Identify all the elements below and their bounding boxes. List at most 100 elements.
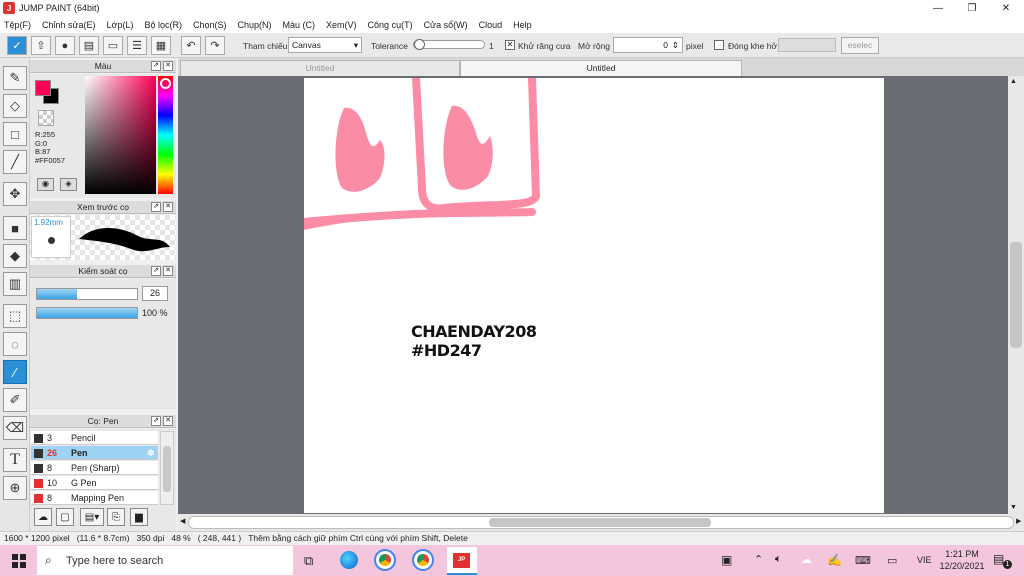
tolerance-slider-handle[interactable] bbox=[414, 39, 425, 50]
volume-icon[interactable]: 🔈︎ bbox=[775, 553, 782, 566]
brush-row-selected[interactable]: 26 Pen ✲ bbox=[31, 446, 158, 460]
foreground-color[interactable] bbox=[35, 80, 51, 96]
palette-icon[interactable]: ◉ bbox=[37, 178, 54, 191]
eraser-tool-icon[interactable]: ◇ bbox=[3, 94, 27, 118]
menu-file[interactable]: Tệp(F) bbox=[4, 20, 31, 30]
export-icon[interactable]: ⇧ bbox=[31, 36, 51, 55]
news-icon[interactable]: ▣ bbox=[721, 553, 732, 567]
scroll-up-icon[interactable]: ▲ bbox=[1010, 78, 1017, 85]
scroll-right-icon[interactable]: ▶ bbox=[1016, 517, 1021, 525]
menu-cloud[interactable]: Cloud bbox=[479, 20, 503, 30]
brush-row[interactable]: 8 Mapping Pen bbox=[31, 491, 158, 505]
fill-rect-tool-icon[interactable]: ■ bbox=[3, 216, 27, 240]
jump-paint-taskbar-icon[interactable]: JP bbox=[447, 547, 477, 575]
tolerance-slider[interactable] bbox=[413, 39, 485, 50]
brush-menu-icon[interactable]: ▤▾ bbox=[80, 508, 104, 526]
menu-help[interactable]: Help bbox=[513, 20, 532, 30]
brush-row[interactable]: 8 Pen (Sharp) bbox=[31, 461, 158, 475]
gradient-tool-icon[interactable]: ▥ bbox=[3, 272, 27, 296]
horizontal-scroll-thumb[interactable] bbox=[489, 518, 711, 527]
menu-view[interactable]: Xem(V) bbox=[326, 20, 357, 30]
close-panel-icon[interactable]: ✕ bbox=[163, 416, 173, 426]
list-icon[interactable]: ☰ bbox=[127, 36, 147, 55]
horizontal-scrollbar[interactable]: ◀ ▶ bbox=[178, 514, 1024, 531]
tray-chevron-icon[interactable]: ⌃ bbox=[754, 553, 763, 566]
hue-handle[interactable] bbox=[160, 78, 171, 89]
undo-icon[interactable]: ↶ bbox=[181, 36, 201, 55]
menu-tools[interactable]: Công cụ(T) bbox=[368, 20, 413, 30]
size-field[interactable]: 26 bbox=[142, 286, 168, 301]
expand-field[interactable]: 0 ⇕ bbox=[613, 37, 683, 53]
display-icon[interactable]: ▭ bbox=[887, 554, 897, 567]
brush-row[interactable]: 10 G Pen bbox=[31, 476, 158, 490]
new-brush-icon[interactable]: ▢ bbox=[56, 508, 74, 526]
windows-start-icon[interactable] bbox=[12, 554, 26, 568]
deselect-button[interactable]: eselec bbox=[841, 37, 879, 54]
clock[interactable]: 1:21 PM 12/20/2021 bbox=[936, 548, 988, 572]
brush-settings-icon[interactable]: ✲ bbox=[147, 446, 155, 460]
close-panel-icon[interactable]: ✕ bbox=[163, 266, 173, 276]
chrome-icon[interactable] bbox=[374, 549, 396, 571]
drawing-canvas[interactable]: CHAENDAY208 #HD247 bbox=[304, 78, 884, 513]
restore-button[interactable]: ❐ bbox=[955, 0, 989, 16]
size-slider[interactable] bbox=[36, 288, 138, 300]
reference-select[interactable]: Canvas ▾ bbox=[288, 37, 362, 53]
pen-ink-icon[interactable]: ✍ bbox=[827, 553, 842, 567]
scroll-down-icon[interactable]: ▼ bbox=[1010, 504, 1017, 511]
move-tool-icon[interactable]: ✥ bbox=[3, 182, 27, 206]
text-tool-icon[interactable]: T bbox=[3, 448, 27, 472]
undock-icon[interactable]: ⇗ bbox=[151, 202, 161, 212]
rect-tool-icon[interactable]: □ bbox=[3, 122, 27, 146]
menu-layer[interactable]: Lớp(L) bbox=[107, 20, 134, 30]
brush-folder-icon[interactable]: ▆ bbox=[130, 508, 148, 526]
grid-icon[interactable]: ▦ bbox=[151, 36, 171, 55]
eyedropper-tool-icon[interactable]: ⊕ bbox=[3, 476, 27, 500]
tab-untitled-1[interactable]: Untitled bbox=[180, 60, 460, 76]
page-icon[interactable]: ▭ bbox=[103, 36, 123, 55]
edge-icon[interactable] bbox=[340, 551, 358, 569]
vertical-scroll-thumb[interactable] bbox=[1010, 242, 1022, 348]
close-button[interactable]: ✕ bbox=[989, 0, 1023, 16]
bucket-tool-icon[interactable]: ◆ bbox=[3, 244, 27, 268]
message-icon[interactable]: ▤ bbox=[79, 36, 99, 55]
line-tool-icon[interactable]: ╱ bbox=[3, 150, 27, 174]
scroll-left-icon[interactable]: ◀ bbox=[180, 517, 185, 525]
select-rect-tool-icon[interactable]: ⬚ bbox=[3, 304, 27, 328]
antialias-checkbox[interactable]: ✕ bbox=[505, 40, 515, 50]
redo-icon[interactable]: ↷ bbox=[205, 36, 225, 55]
brush-list-scroll-thumb[interactable] bbox=[163, 446, 171, 492]
magic-wand-tool-icon[interactable]: ⁄ bbox=[3, 360, 27, 384]
menu-filter[interactable]: Bộ lọc(R) bbox=[144, 20, 182, 30]
vertical-scrollbar[interactable]: ▲ ▼ bbox=[1008, 76, 1024, 514]
lasso-tool-icon[interactable]: ◌ bbox=[3, 332, 27, 356]
keyboard-icon[interactable]: ⌨ bbox=[855, 554, 871, 567]
menu-edit[interactable]: Chỉnh sửa(E) bbox=[42, 20, 96, 30]
task-view-icon[interactable]: ⧉ bbox=[304, 553, 313, 569]
close-gap-field[interactable] bbox=[778, 38, 836, 52]
opacity-slider[interactable] bbox=[36, 307, 138, 319]
brush-copy-icon[interactable]: ⎘ bbox=[107, 508, 125, 526]
transparent-swatch[interactable] bbox=[38, 110, 54, 126]
brush-list-scrollbar[interactable] bbox=[160, 431, 174, 505]
brush-cloud-icon[interactable]: ☁ bbox=[34, 508, 52, 526]
brush-tool-icon[interactable]: ✎ bbox=[3, 66, 27, 90]
saturation-value-picker[interactable] bbox=[85, 76, 156, 194]
select-pen-tool-icon[interactable]: ✐ bbox=[3, 388, 27, 412]
close-gap-checkbox[interactable] bbox=[714, 40, 724, 50]
onedrive-icon[interactable]: ☁ bbox=[801, 553, 812, 566]
palette-settings-icon[interactable]: ◈ bbox=[60, 178, 77, 191]
menu-window[interactable]: Cửa sổ(W) bbox=[424, 20, 468, 30]
taskbar-search[interactable]: ⌕ Type here to search bbox=[37, 546, 293, 575]
comment-icon[interactable]: ● bbox=[55, 36, 75, 55]
cloud-sync-icon[interactable]: ✓ bbox=[7, 36, 27, 55]
close-panel-icon[interactable]: ✕ bbox=[163, 61, 173, 71]
minimize-button[interactable]: — bbox=[921, 0, 955, 16]
undock-icon[interactable]: ⇗ bbox=[151, 416, 161, 426]
menu-capture[interactable]: Chụp(N) bbox=[238, 20, 272, 30]
chrome-icon[interactable] bbox=[412, 549, 434, 571]
horizontal-scroll-track[interactable] bbox=[188, 516, 1014, 529]
select-eraser-tool-icon[interactable]: ⌫ bbox=[3, 416, 27, 440]
close-panel-icon[interactable]: ✕ bbox=[163, 202, 173, 212]
menu-select[interactable]: Chọn(S) bbox=[193, 20, 227, 30]
brush-row[interactable]: 3 Pencil bbox=[31, 431, 158, 445]
